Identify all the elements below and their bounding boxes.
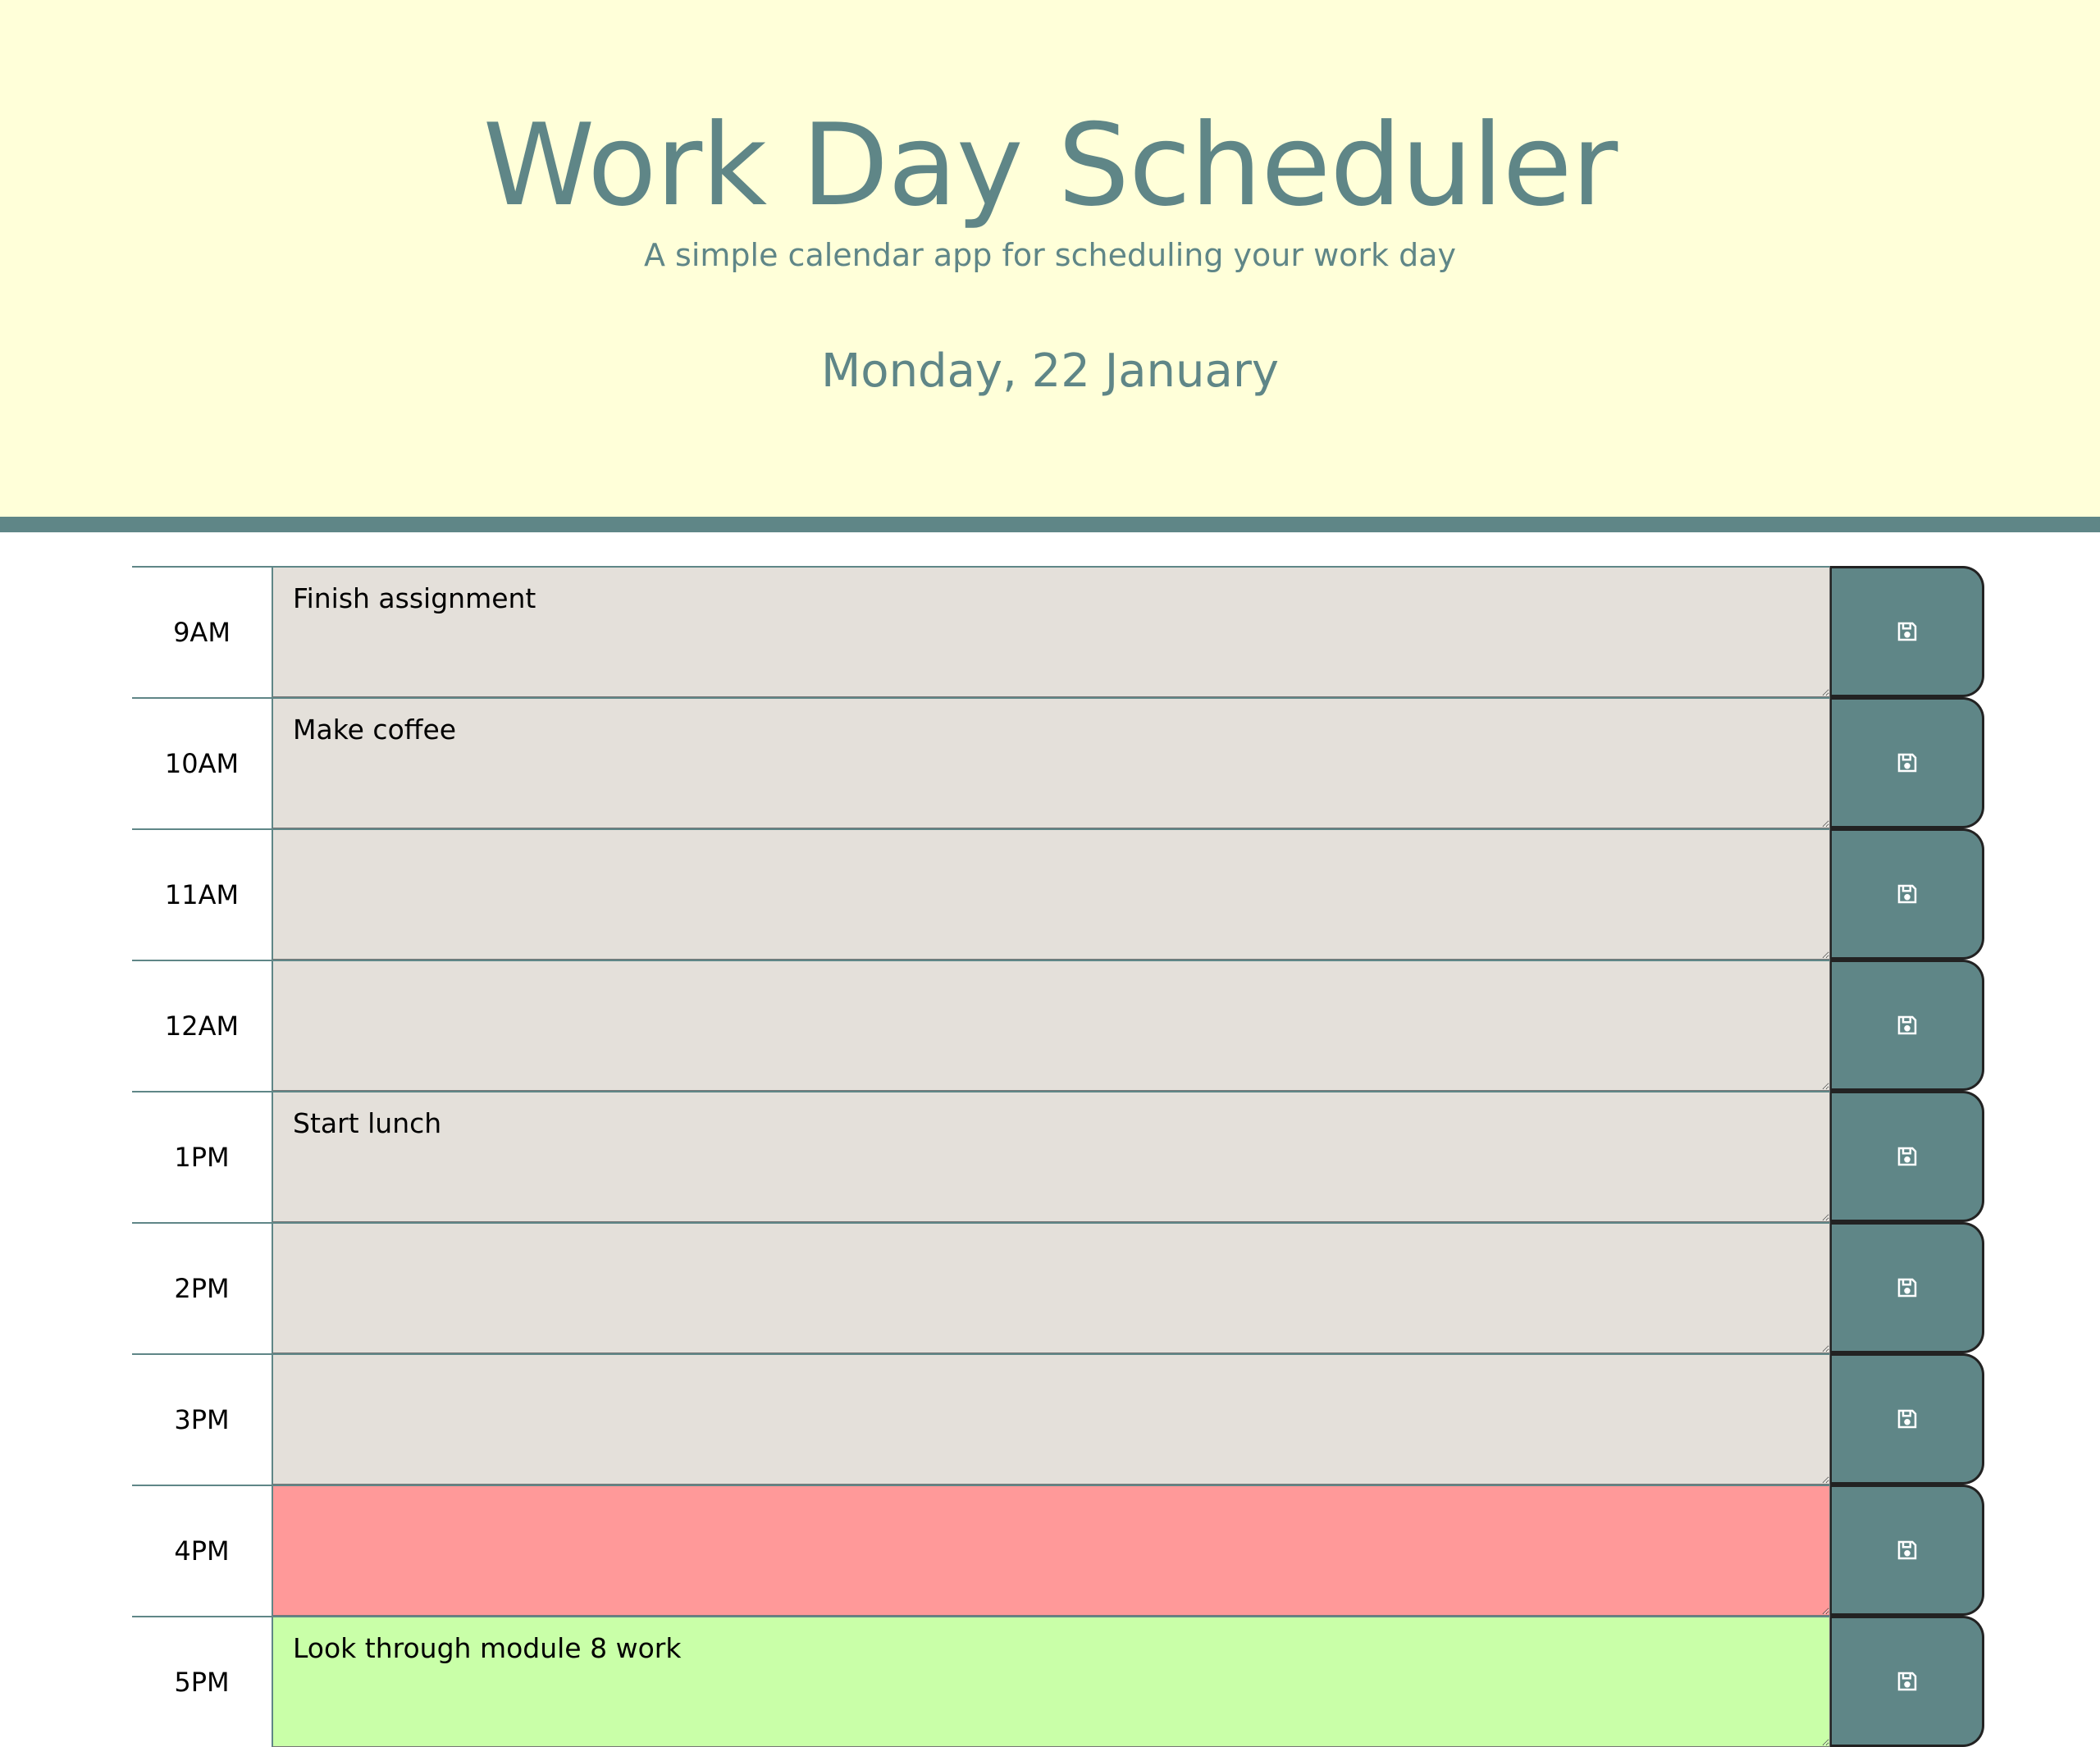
time-block-10am: 10AM Make coffee	[132, 697, 1984, 828]
floppy-disk-icon	[1897, 1540, 1916, 1560]
event-description-input[interactable]: Look through module 8 work	[272, 1616, 1830, 1747]
time-block-5pm: 5PM Look through module 8 work	[132, 1616, 1984, 1747]
time-block-2pm: 2PM	[132, 1222, 1984, 1353]
floppy-disk-icon	[1897, 753, 1916, 773]
event-description-input[interactable]: Start lunch	[272, 1091, 1830, 1222]
event-description-input[interactable]	[272, 828, 1830, 960]
hour-label: 4PM	[132, 1485, 272, 1616]
event-description-input[interactable]	[272, 960, 1830, 1091]
time-block-11am: 11AM	[132, 828, 1984, 960]
event-description-input[interactable]	[272, 1353, 1830, 1485]
floppy-disk-icon	[1897, 884, 1916, 904]
save-button[interactable]	[1830, 1222, 1984, 1353]
time-block-list: 9AM Finish assignment 10AM Make coffee 1…	[132, 566, 1984, 1747]
page-title: Work Day Scheduler	[482, 99, 1618, 231]
event-description-input[interactable]: Make coffee	[272, 697, 1830, 828]
hour-label: 11AM	[132, 828, 272, 960]
hour-label: 12AM	[132, 960, 272, 1091]
page-subtitle: A simple calendar app for scheduling you…	[643, 237, 1457, 273]
floppy-disk-icon	[1897, 1147, 1916, 1166]
event-description-input[interactable]	[272, 1222, 1830, 1353]
time-block-3pm: 3PM	[132, 1353, 1984, 1485]
header-divider	[0, 517, 2100, 532]
save-button[interactable]	[1830, 960, 1984, 1091]
floppy-disk-icon	[1897, 1278, 1916, 1298]
floppy-disk-icon	[1897, 1672, 1916, 1691]
floppy-disk-icon	[1897, 1015, 1916, 1035]
time-block-4pm: 4PM	[132, 1485, 1984, 1616]
time-block-1pm: 1PM Start lunch	[132, 1091, 1984, 1222]
save-button[interactable]	[1830, 697, 1984, 828]
save-button[interactable]	[1830, 1485, 1984, 1616]
hour-label: 9AM	[132, 566, 272, 697]
floppy-disk-icon	[1897, 622, 1916, 641]
save-button[interactable]	[1830, 1091, 1984, 1222]
hour-label: 5PM	[132, 1616, 272, 1747]
event-description-input[interactable]	[272, 1485, 1830, 1616]
hour-label: 1PM	[132, 1091, 272, 1222]
header: Work Day Scheduler A simple calendar app…	[0, 0, 2100, 517]
time-block-12am: 12AM	[132, 960, 1984, 1091]
save-button[interactable]	[1830, 828, 1984, 960]
time-block-9am: 9AM Finish assignment	[132, 566, 1984, 697]
hour-label: 10AM	[132, 697, 272, 828]
save-button[interactable]	[1830, 1616, 1984, 1747]
current-date: Monday, 22 January	[820, 344, 1280, 398]
event-description-input[interactable]: Finish assignment	[272, 566, 1830, 697]
hour-label: 2PM	[132, 1222, 272, 1353]
floppy-disk-icon	[1897, 1409, 1916, 1429]
hour-label: 3PM	[132, 1353, 272, 1485]
save-button[interactable]	[1830, 566, 1984, 697]
save-button[interactable]	[1830, 1353, 1984, 1485]
